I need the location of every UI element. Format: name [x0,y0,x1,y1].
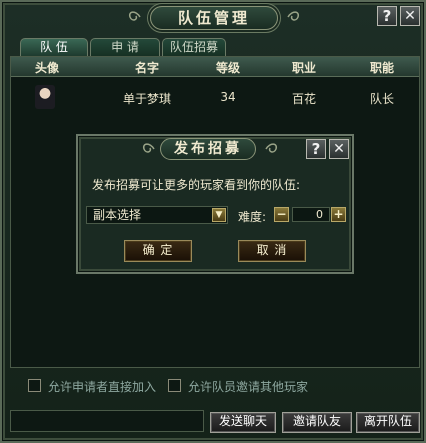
dialog-description: 发布招募可让更多的玩家看到你的队伍: [92,178,301,192]
member-name: 单于梦琪 [122,92,171,106]
help-button[interactable]: ? [377,6,397,26]
chevron-down-icon[interactable]: ▼ [212,208,226,222]
allow-direct-join-checkbox[interactable] [28,379,41,392]
table-row[interactable]: 单于梦琪 34 百花 队长 [11,83,419,111]
allow-direct-join-label: 允许申请者直接加入 [48,380,157,394]
difficulty-decrease-button[interactable]: − [274,207,289,222]
avatar [35,85,55,109]
left-ornament-icon [126,8,142,26]
tab-applications[interactable]: 申 请 [90,38,160,56]
dialog-left-ornament-icon [140,140,156,158]
allow-member-invite-checkbox[interactable] [168,379,181,392]
instance-select-value: 副本选择 [93,208,142,222]
header-role: 职能 [369,61,394,75]
difficulty-increase-button[interactable]: + [331,207,346,222]
send-chat-button[interactable]: 发送聊天 [210,412,276,433]
leave-team-button[interactable]: 离开队伍 [356,412,420,433]
allow-member-invite-label: 允许队员邀请其他玩家 [188,380,309,394]
difficulty-label: 难度: [238,210,267,224]
instance-select[interactable]: 副本选择 ▼ [86,206,228,224]
dialog-help-button[interactable]: ? [306,139,326,159]
dialog-close-button[interactable]: ✕ [329,139,349,159]
invite-teammate-button[interactable]: 邀请队友 [282,412,352,433]
cancel-button[interactable]: 取 消 [238,240,306,262]
difficulty-value[interactable]: 0 [292,207,330,222]
tab-team[interactable]: 队 伍 [20,38,88,56]
confirm-button[interactable]: 确 定 [124,240,192,262]
member-role: 队长 [369,92,394,106]
close-button[interactable]: ✕ [400,6,420,26]
header-level: 等级 [215,61,240,75]
tab-team-recruit[interactable]: 队伍招募 [162,38,226,56]
header-class: 职业 [291,61,316,75]
recruit-dialog: 发布招募 ? ✕ 发布招募可让更多的玩家看到你的队伍: 副本选择 ▼ 难度: −… [76,134,354,274]
member-level: 34 [220,90,236,104]
chat-input[interactable] [10,410,204,432]
right-ornament-icon [286,8,302,26]
list-header: 头像 名字 等级 职业 职能 [11,57,419,77]
window-title: 队伍管理 [150,6,278,30]
header-name: 名字 [134,61,159,75]
member-class: 百花 [291,92,316,106]
dialog-title: 发布招募 [160,138,256,160]
header-avatar: 头像 [34,61,59,75]
dialog-right-ornament-icon [264,140,280,158]
team-management-window: 队伍管理 ? ✕ 队 伍 申 请 队伍招募 头像 名字 等级 职业 职能 单于梦… [0,0,426,443]
